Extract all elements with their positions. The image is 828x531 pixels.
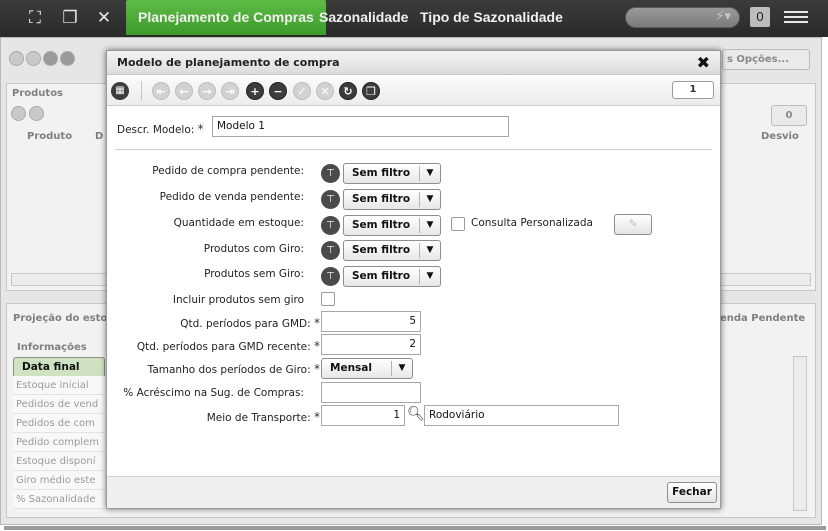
qtd-periodos-label: Qtd. períodos para GMD: * [180, 316, 320, 330]
dialog-toolbar: ▦ ⇤ ← → ⇥ + − ✓ ✕ ↻ ❐ 1 [107, 76, 720, 106]
dialog-title-bar: Modelo de planejamento de compra ✖ [107, 51, 720, 75]
list-item: Data final [13, 357, 105, 378]
acrescimo-label: % Acréscimo na Sug. de Compras: [123, 387, 304, 399]
menu-icon[interactable] [784, 8, 808, 28]
chevron-down-icon: ▼ [419, 218, 440, 233]
planning-model-dialog: Modelo de planejamento de compra ✖ ▦ ⇤ ←… [106, 50, 721, 509]
previous-record-icon[interactable]: ← [175, 82, 193, 100]
meio-label: Meio de Transporte: * [206, 410, 320, 424]
qtd-periodos-input[interactable]: 5 [321, 311, 421, 332]
produtos-sem-giro-label: Produtos sem Giro: [204, 268, 304, 280]
pedido-venda-label: Pedido de venda pendente: [159, 191, 304, 203]
info-header: Informações [17, 342, 87, 353]
meio-name-input[interactable]: Rodoviário [424, 405, 619, 426]
filter-icon[interactable]: ⊤ [321, 241, 340, 260]
window-shadow [4, 526, 826, 530]
bg-count: 0 [771, 105, 807, 126]
vertical-scrollbar [793, 356, 807, 511]
consulta-personalizada-checkbox[interactable] [451, 217, 465, 231]
grid-view-icon[interactable]: ▦ [111, 82, 129, 100]
produtos-giro-select[interactable]: Sem filtro ▼ [343, 240, 441, 261]
filter-icon[interactable]: ⊤ [321, 190, 340, 209]
fullscreen-icon[interactable]: ⛶ [22, 6, 48, 30]
chevron-down-icon: ▼ [419, 166, 440, 181]
descr-modelo-input[interactable]: Modelo 1 [212, 116, 509, 137]
tamanho-label: Tamanho dos períodos de Giro: * [147, 362, 320, 376]
list-item: Pedidos de vend [13, 395, 105, 414]
top-bar: ⛶ ❐ ✕ Planejamento de Compras Sazonalida… [0, 0, 828, 37]
remove-icon[interactable]: − [269, 82, 287, 100]
list-item: Estoque inicial [13, 376, 105, 395]
close-icon[interactable]: ✕ [91, 6, 117, 30]
fechar-button[interactable]: Fechar [667, 482, 717, 503]
first-record-icon[interactable]: ⇤ [152, 82, 170, 100]
qtd-estoque-label: Quantidade em estoque: [173, 217, 304, 229]
duplicate-icon[interactable]: ❐ [362, 82, 380, 100]
produtos-sem-giro-select[interactable]: Sem filtro ▼ [343, 266, 441, 287]
list-item: Pedidos de com [13, 414, 105, 433]
restore-window-icon[interactable]: ❐ [57, 6, 83, 30]
tab-planejamento-de-compras[interactable]: Planejamento de Compras [126, 0, 326, 35]
chevron-down-icon: ▼ [391, 361, 412, 376]
bg-icon [29, 106, 44, 121]
bg-icon [11, 106, 26, 121]
search-icon[interactable]: 🔍︎ [407, 406, 425, 424]
chevron-down-icon: ▼ [419, 269, 440, 284]
search-input[interactable]: ⚡▾ [625, 7, 740, 28]
incluir-sem-giro-checkbox[interactable] [321, 292, 335, 306]
list-item: Estoque disponí [13, 452, 105, 471]
pedido-compra-select[interactable]: Sem filtro ▼ [343, 163, 441, 184]
chevron-down-icon: ▼ [419, 192, 440, 207]
projection-title: Projeção do esto [13, 313, 108, 324]
lightning-icon: ⚡▾ [715, 9, 731, 24]
dialog-footer: Fechar [107, 476, 720, 508]
qtd-recente-label: Qtd. períodos para GMD recente: * [136, 339, 320, 353]
chevron-down-icon: ▼ [419, 243, 440, 258]
col-desvio: Desvio [761, 131, 799, 142]
incluir-label: Incluir produtos sem giro [172, 294, 304, 306]
qtd-estoque-select[interactable]: Sem filtro ▼ [343, 215, 441, 236]
venda-pendente-tab: enda Pendente [720, 313, 806, 324]
filter-icon[interactable]: ⊤ [321, 216, 340, 235]
edit-query-button[interactable]: ✎ [614, 214, 652, 235]
col-d: D [95, 131, 104, 142]
col-produto: Produto [27, 131, 73, 142]
divider [115, 149, 712, 150]
filter-icon[interactable]: ⊤ [321, 164, 340, 183]
descr-label: Descr. Modelo: * [117, 122, 204, 136]
next-record-icon[interactable]: → [198, 82, 216, 100]
page-number[interactable]: 1 [672, 81, 714, 99]
tab-sazonalidade[interactable]: Sazonalidade [319, 0, 408, 35]
filter-icon[interactable]: ⊤ [321, 267, 340, 286]
list-item: Giro médio este [13, 471, 105, 490]
dialog-title: Modelo de planejamento de compra [117, 56, 340, 69]
bg-icon [60, 51, 75, 66]
tamanho-select[interactable]: Mensal ▼ [321, 358, 413, 379]
acrescimo-input[interactable] [321, 382, 421, 403]
meio-code-input[interactable]: 1 [321, 405, 405, 426]
bg-icon [43, 51, 58, 66]
toolbar-separator [141, 81, 142, 101]
qtd-recente-input[interactable]: 2 [321, 334, 421, 355]
last-record-icon[interactable]: ⇥ [221, 82, 239, 100]
refresh-icon[interactable]: ↻ [339, 82, 357, 100]
pedido-venda-select[interactable]: Sem filtro ▼ [343, 189, 441, 210]
notification-count[interactable]: 0 [750, 7, 770, 27]
confirm-icon[interactable]: ✓ [293, 82, 311, 100]
add-icon[interactable]: + [246, 82, 264, 100]
dialog-close-icon[interactable]: ✖ [697, 53, 710, 72]
pedido-compra-label: Pedido de compra pendente: [152, 165, 304, 177]
tab-tipo-de-sazonalidade[interactable]: Tipo de Sazonalidade [420, 0, 563, 35]
consulta-personalizada-label: Consulta Personalizada [471, 217, 593, 229]
produtos-giro-label: Produtos com Giro: [203, 243, 304, 255]
list-item: Pedido complem [13, 433, 105, 452]
bg-icon [26, 51, 41, 66]
products-title: Produtos [12, 88, 64, 99]
bg-icon [9, 51, 24, 66]
list-item: % Sazonalidade [13, 490, 105, 509]
cancel-icon[interactable]: ✕ [316, 82, 334, 100]
more-options-button: s Opções... [722, 49, 810, 70]
